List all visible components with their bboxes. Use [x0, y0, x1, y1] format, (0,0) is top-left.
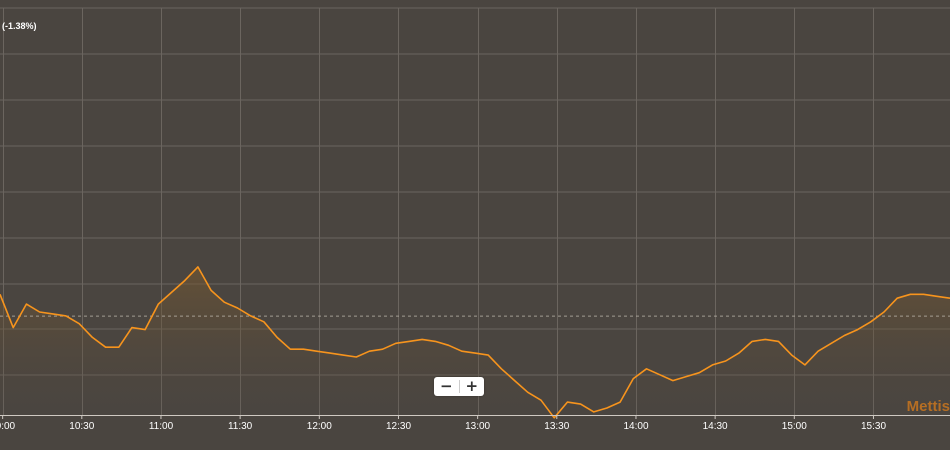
- x-tick-label: 12:00: [307, 421, 332, 432]
- x-tick-label: 15:00: [782, 421, 807, 432]
- price-change-percent: (-1.38%): [2, 21, 37, 31]
- x-tick-label: 14:00: [623, 421, 648, 432]
- zoom-controls: − +: [434, 377, 484, 396]
- x-tick-label: 12:30: [386, 421, 411, 432]
- chart-container: 10:00 10:30 11:00 11:30 12:00 12:30 13:00 13:30…: [0, 0, 950, 450]
- x-tick-label: 11:30: [228, 421, 253, 432]
- x-tick-label: 10:30: [69, 421, 94, 432]
- zoom-in-button[interactable]: +: [460, 377, 485, 396]
- x-tick-label: 14:30: [703, 421, 728, 432]
- watermark-logo: Mettis: [906, 398, 950, 415]
- x-tick-label: 13:00: [465, 421, 490, 432]
- x-tick-label: 15:30: [861, 421, 886, 432]
- zoom-out-button[interactable]: −: [434, 377, 459, 396]
- x-tick-label: 10:00: [0, 421, 16, 432]
- x-tick-label: 11:00: [149, 421, 174, 432]
- x-tick-label: 13:30: [544, 421, 569, 432]
